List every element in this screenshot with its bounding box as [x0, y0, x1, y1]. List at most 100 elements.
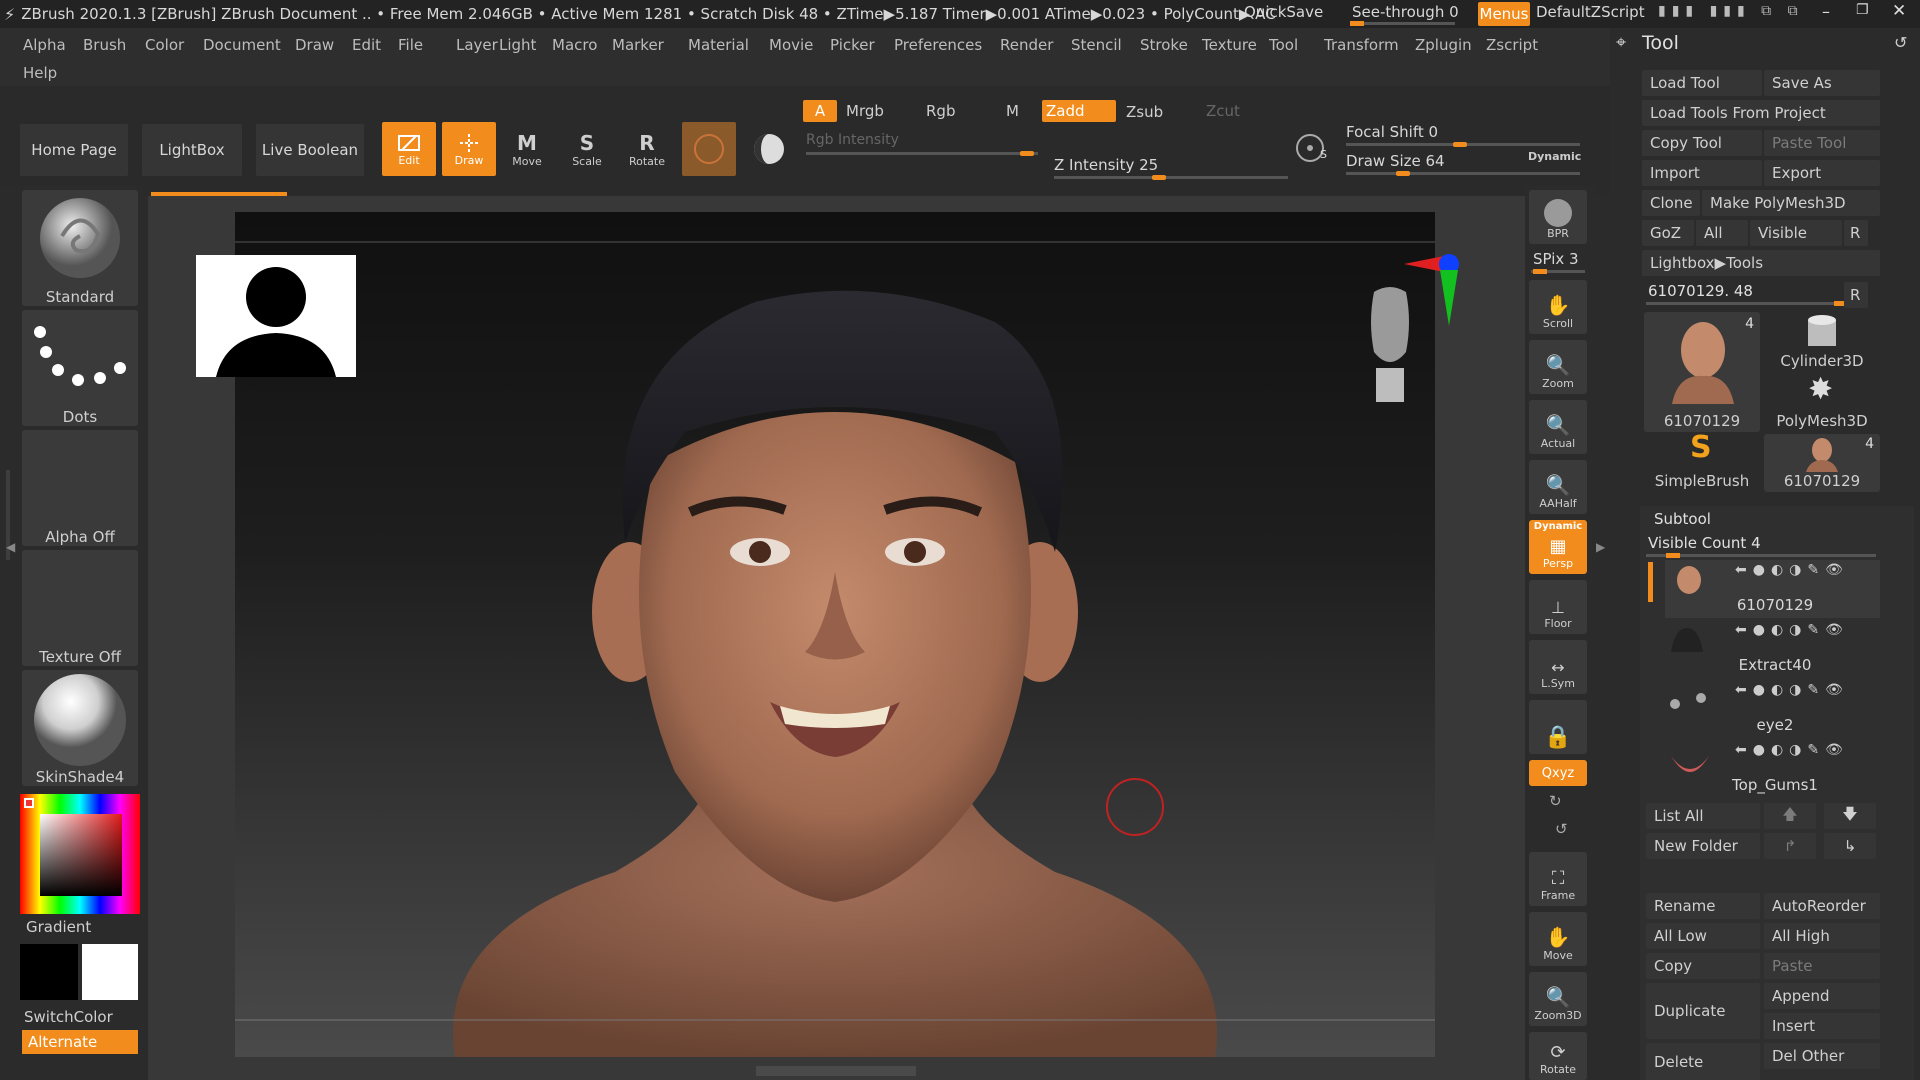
draw-size-slider[interactable]	[1346, 172, 1580, 175]
paste-tool-button[interactable]: Paste Tool	[1764, 130, 1880, 156]
see-through-knob[interactable]	[1350, 21, 1364, 26]
menu-marker[interactable]: Marker	[612, 36, 664, 54]
aahalf-button[interactable]: 🔍 AAHalf	[1529, 460, 1587, 514]
subtool-toggles-icon[interactable]: ⬅●◐◑✎👁	[1735, 562, 1849, 578]
tool-thumb-simplebrush[interactable]: S SimpleBrush	[1644, 430, 1760, 492]
texture-picker[interactable]: Texture Off	[22, 550, 138, 666]
duplicate-button[interactable]: Duplicate	[1646, 983, 1760, 1039]
live-boolean-button[interactable]: Live Boolean	[256, 124, 364, 176]
tool-thumb-polymesh3d[interactable]: ✸ PolyMesh3D	[1764, 372, 1880, 432]
focal-shift-knob[interactable]	[1453, 142, 1467, 147]
tool-r-button[interactable]: R	[1844, 282, 1868, 308]
menu-draw[interactable]: Draw	[295, 36, 334, 54]
menu-alpha[interactable]: Alpha	[23, 36, 66, 54]
menu-transform[interactable]: Transform	[1324, 36, 1399, 54]
quicksave-button[interactable]: QuickSave	[1244, 3, 1323, 21]
lightbox-tools-button[interactable]: Lightbox▶Tools	[1642, 250, 1880, 276]
goz-visible-button[interactable]: Visible	[1750, 220, 1842, 246]
menu-movie[interactable]: Movie	[769, 36, 813, 54]
menu-picker[interactable]: Picker	[830, 36, 875, 54]
current-tool-slider[interactable]: 61070129. 48	[1648, 282, 1753, 300]
zadd-button[interactable]: Zadd	[1042, 100, 1116, 122]
actual-button[interactable]: 🔍 Actual	[1529, 400, 1587, 454]
z-intensity-slider[interactable]	[1054, 176, 1288, 179]
y-rotate-icon[interactable]: ↻	[1549, 792, 1562, 810]
scale-mode-button[interactable]: S Scale	[560, 122, 614, 176]
rgb-button[interactable]: Rgb	[926, 102, 955, 120]
timeline-toggle[interactable]	[756, 1066, 916, 1076]
delete-button[interactable]: Delete	[1646, 1043, 1760, 1080]
saturation-square[interactable]	[40, 814, 122, 896]
spix-slider[interactable]: SPix 3	[1533, 250, 1579, 268]
goz-all-button[interactable]: All	[1696, 220, 1748, 246]
minimize-icon[interactable]: –	[1822, 2, 1830, 21]
subtool-row[interactable]: ⬅●◐◑✎👁 61070129	[1665, 560, 1880, 618]
floor-button[interactable]: ⊥ Floor	[1529, 580, 1587, 634]
all-high-button[interactable]: All High	[1764, 923, 1880, 949]
tool-palette-title[interactable]: Tool	[1642, 32, 1679, 54]
menu-preferences[interactable]: Preferences	[894, 36, 982, 54]
subtool-title[interactable]: Subtool	[1654, 510, 1711, 528]
texture-sphere-button[interactable]	[742, 122, 796, 176]
scroll-button[interactable]: ✋ Scroll	[1529, 280, 1587, 334]
document-viewport[interactable]	[235, 212, 1435, 1057]
copy-subtool-button[interactable]: Copy	[1646, 953, 1760, 979]
stroke-picker[interactable]: Dots	[22, 310, 138, 426]
axis-gizmo-icon[interactable]	[1404, 252, 1474, 332]
subtool-toggles-icon[interactable]: ⬅●◐◑✎👁	[1735, 622, 1849, 638]
menu-stencil[interactable]: Stencil	[1071, 36, 1122, 54]
goz-button[interactable]: GoZ	[1642, 220, 1694, 246]
goz-r-button[interactable]: R	[1844, 220, 1868, 246]
left-tray-toggle-icon[interactable]: ◀	[6, 540, 15, 554]
switch-color-button[interactable]: SwitchColor	[24, 1008, 113, 1026]
draw-mode-button[interactable]: Draw	[442, 122, 496, 176]
menu-material[interactable]: Material	[688, 36, 749, 54]
menu-file[interactable]: File	[398, 36, 423, 54]
tool-thumb-cylinder3d[interactable]: Cylinder3D	[1764, 312, 1880, 372]
new-folder-button[interactable]: New Folder	[1646, 833, 1760, 859]
menus-button[interactable]: Menus	[1478, 2, 1530, 26]
export-button[interactable]: Export	[1764, 160, 1880, 186]
subtool-scrollbar[interactable]	[1648, 562, 1653, 602]
del-other-button[interactable]: Del Other	[1764, 1043, 1880, 1069]
menu-stroke[interactable]: Stroke	[1140, 36, 1188, 54]
subtool-row[interactable]: ⬅●◐◑✎👁 Extract40	[1665, 620, 1880, 678]
menu-render[interactable]: Render	[1000, 36, 1053, 54]
autoreorder-button[interactable]: AutoReorder	[1764, 893, 1880, 919]
folder-in-icon[interactable]: ↳	[1824, 833, 1876, 859]
zsub-button[interactable]: Zsub	[1126, 103, 1163, 121]
load-tool-button[interactable]: Load Tool	[1642, 70, 1762, 96]
persp-button[interactable]: Dynamic ▦ Persp	[1529, 520, 1587, 574]
reference-image[interactable]	[196, 255, 356, 377]
lsym-button[interactable]: ↔ L.Sym	[1529, 640, 1587, 694]
a-button[interactable]: A	[803, 100, 837, 122]
frame-button[interactable]: ⛶ Frame	[1529, 852, 1587, 906]
lazymouse-icon[interactable]: S	[1292, 128, 1332, 168]
subtool-toggles-icon[interactable]: ⬅●◐◑✎👁	[1735, 742, 1849, 758]
menu-document[interactable]: Document	[203, 36, 281, 54]
color-marker[interactable]	[24, 798, 34, 808]
load-tools-from-project-button[interactable]: Load Tools From Project	[1642, 100, 1880, 126]
menu-light[interactable]: Light	[499, 36, 536, 54]
secondary-color-swatch[interactable]	[82, 944, 138, 1000]
clone-button[interactable]: Clone	[1642, 190, 1700, 216]
save-as-button[interactable]: Save As	[1764, 70, 1880, 96]
alpha-picker[interactable]: Alpha Off	[22, 430, 138, 546]
move-down-icon[interactable]: 🡇	[1824, 803, 1876, 829]
copy-tool-button[interactable]: Copy Tool	[1642, 130, 1762, 156]
move-view-button[interactable]: ✋ Move	[1529, 912, 1587, 966]
zoom-button[interactable]: 🔍 Zoom	[1529, 340, 1587, 394]
zcut-button[interactable]: Zcut	[1206, 102, 1240, 120]
move-up-icon[interactable]: 🡅	[1764, 803, 1816, 829]
menu-help[interactable]: Help	[23, 64, 57, 82]
color-picker[interactable]	[20, 794, 140, 914]
close-icon[interactable]: ✕	[1892, 1, 1906, 21]
menu-layer[interactable]: Layer	[456, 36, 498, 54]
xyz-button[interactable]: Qxyz	[1529, 760, 1587, 786]
menu-brush[interactable]: Brush	[83, 36, 126, 54]
m-button[interactable]: M	[1006, 102, 1019, 120]
subtool-row[interactable]: ⬅●◐◑✎👁 Top_Gums1	[1665, 740, 1880, 798]
menu-color[interactable]: Color	[145, 36, 184, 54]
visible-count-knob[interactable]	[1666, 553, 1680, 558]
edit-mode-button[interactable]: Edit	[382, 122, 436, 176]
